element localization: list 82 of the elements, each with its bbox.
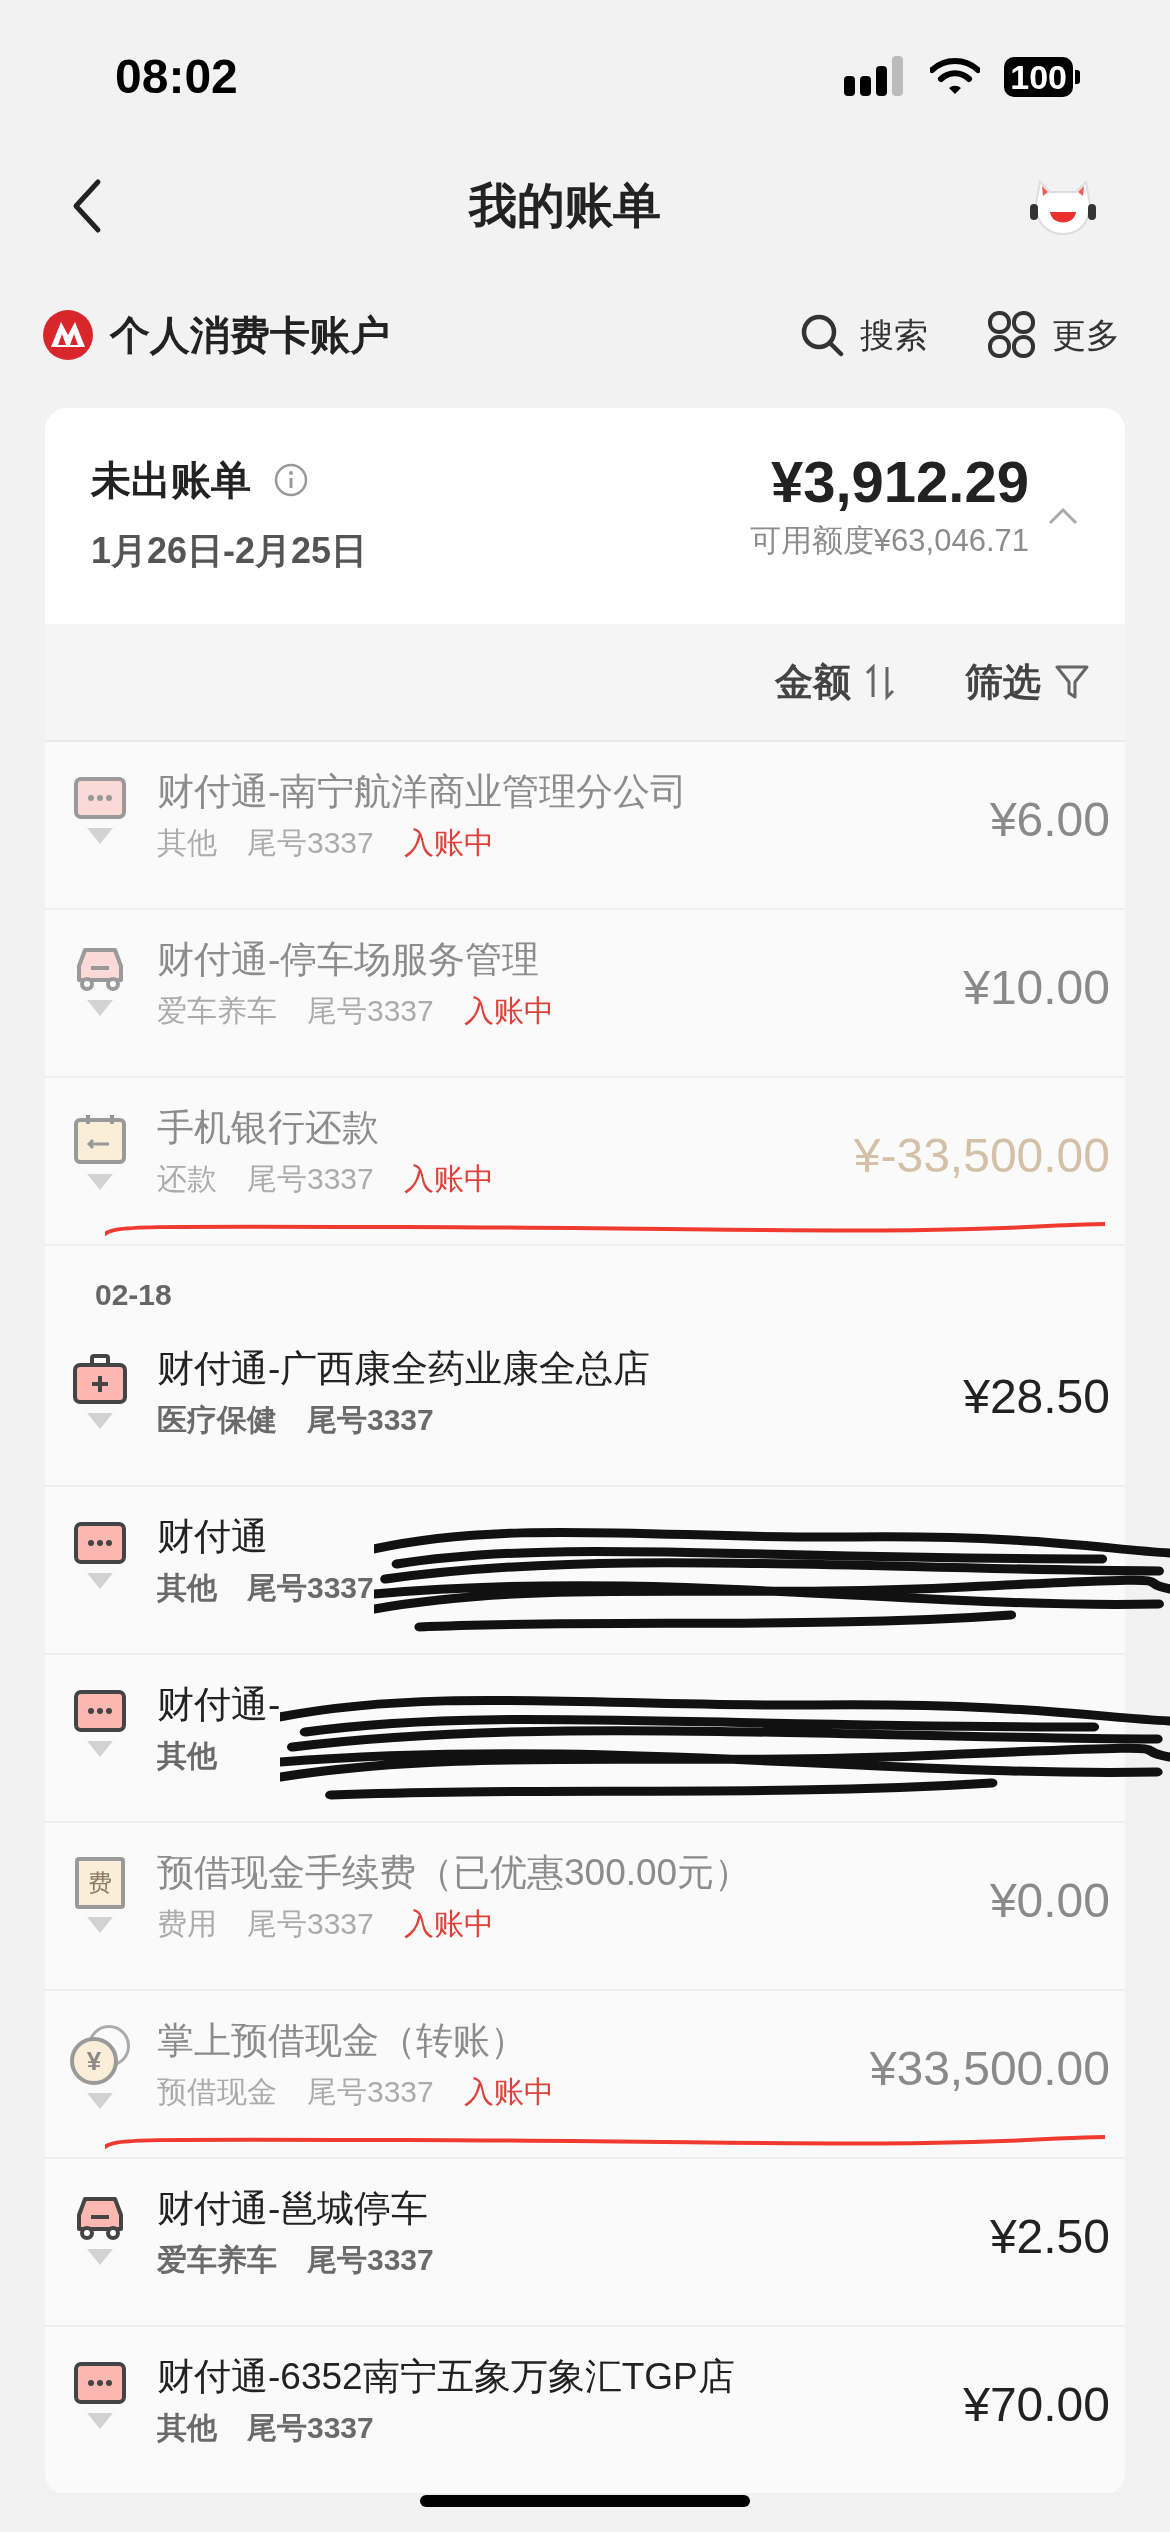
merchant-name: 财付通-邕城停车 — [157, 2187, 430, 2231]
grid-icon — [988, 311, 1036, 359]
category-label: 预借现金 — [157, 2074, 277, 2110]
status-label: 入账中 — [403, 1161, 494, 1197]
status-label: 入账中 — [463, 993, 554, 1029]
fee-icon: 费 — [75, 1857, 125, 1909]
amount: ¥28.50 — [963, 1369, 1110, 1425]
page-title: 我的账单 — [469, 178, 661, 234]
amount: ¥6.00 — [989, 792, 1110, 848]
filter-button[interactable]: 筛选 — [965, 653, 1089, 711]
amount: ¥70.00 — [963, 2377, 1110, 2433]
card-tail-number: 尾号3337 — [247, 825, 374, 861]
amount: ¥-33,500.00 — [853, 1128, 1110, 1184]
amount: ¥2.50 — [989, 2209, 1110, 2265]
merchant-name: 财付通-南宁航洋商业管理分公司 — [157, 770, 688, 814]
expand-triangle-icon[interactable] — [87, 1573, 113, 1589]
category-label: 爱车养车 — [157, 993, 277, 1029]
card-tail-number: 尾号3337 — [307, 1402, 434, 1438]
search-icon — [800, 313, 844, 357]
search-button[interactable]: 搜索 — [800, 309, 928, 361]
account-name: 个人消费卡账户 — [110, 312, 391, 359]
expand-triangle-icon[interactable] — [87, 1000, 113, 1016]
card-tail-number: 尾号3337 — [247, 2410, 374, 2446]
available-credit: 可用额度¥63,046.71 — [749, 522, 1029, 560]
merchant-name: 财付通-停车场服务管理 — [157, 938, 541, 982]
battery-level: 100 — [1004, 57, 1073, 97]
status-label: 入账中 — [403, 825, 494, 861]
merchant-name: 财付通-6352南宁五象万象汇TGP店 — [157, 2355, 735, 2399]
more-dots-icon — [73, 776, 127, 820]
card-tail-number: 尾号3337 — [307, 993, 434, 1029]
more-dots-icon — [73, 2361, 127, 2405]
card-tail-number: 尾号3337 — [247, 1906, 374, 1942]
category-label: 还款 — [157, 1161, 217, 1197]
date-header: 02-18 — [94, 1277, 173, 1313]
merchant-name: 财付通 — [157, 1515, 269, 1559]
more-button[interactable]: 更多 — [988, 309, 1120, 361]
category-label: 其他 — [157, 1570, 217, 1606]
merchant-name: 财付通-广西康全药业康全总店 — [157, 1347, 651, 1391]
amount: ¥10.00 — [963, 960, 1110, 1016]
battery-tip-icon — [1075, 70, 1080, 84]
bank-logo-icon — [42, 309, 94, 361]
status-label: 入账中 — [403, 1906, 494, 1942]
category-label: 费用 — [157, 1906, 217, 1942]
expand-triangle-icon[interactable] — [87, 1174, 113, 1190]
expand-triangle-icon[interactable] — [87, 2413, 113, 2429]
more-dots-icon — [73, 1521, 127, 1565]
expand-triangle-icon[interactable] — [87, 2249, 113, 2265]
wifi-icon — [930, 58, 981, 96]
amount: ¥33,500.00 — [869, 2041, 1110, 2097]
first-aid-kit-icon — [72, 1353, 128, 1405]
back-icon[interactable] — [72, 178, 102, 234]
category-label: 其他 — [157, 825, 217, 861]
category-label: 爱车养车 — [157, 2242, 277, 2278]
expand-triangle-icon[interactable] — [87, 1917, 113, 1933]
expand-triangle-icon[interactable] — [87, 1741, 113, 1757]
card-tail-number: 尾号3337 — [307, 2242, 434, 2278]
category-label: 医疗保健 — [157, 1402, 277, 1438]
expand-triangle-icon[interactable] — [87, 2093, 113, 2109]
statement-amount: ¥3,912.29 — [770, 450, 1029, 514]
merchant-name: 财付通- — [157, 1683, 281, 1727]
card-tail-number: 尾号3337 — [247, 1161, 374, 1197]
more-dots-icon — [73, 1689, 127, 1733]
card-tail-number: 尾号3337 — [247, 1570, 374, 1606]
merchant-name: 预借现金手续费（已优惠300.00元） — [157, 1851, 752, 1895]
category-label: 其他 — [157, 2410, 217, 2446]
sort-button[interactable]: 金额 — [775, 653, 895, 711]
collapse-chevron-icon[interactable] — [1047, 506, 1079, 526]
statement-title: 未出账单 — [91, 457, 251, 504]
status-label: 入账中 — [463, 2074, 554, 2110]
calendar-icon — [73, 1112, 127, 1166]
card-tail-number: 尾号3337 — [307, 2074, 434, 2110]
statement-period: 1月26日-2月25日 — [91, 529, 368, 573]
merchant-name: 手机银行还款 — [157, 1106, 380, 1150]
expand-triangle-icon[interactable] — [87, 828, 113, 844]
merchant-name: 掌上预借现金（转账） — [157, 2019, 528, 2063]
expand-triangle-icon[interactable] — [87, 1413, 113, 1429]
category-label: 其他 — [157, 1738, 217, 1774]
sort-icon — [865, 663, 895, 701]
amount: ¥0.00 — [989, 1873, 1110, 1929]
info-icon[interactable] — [273, 462, 309, 498]
status-time: 08:02 — [115, 49, 238, 105]
filter-icon — [1055, 664, 1089, 700]
